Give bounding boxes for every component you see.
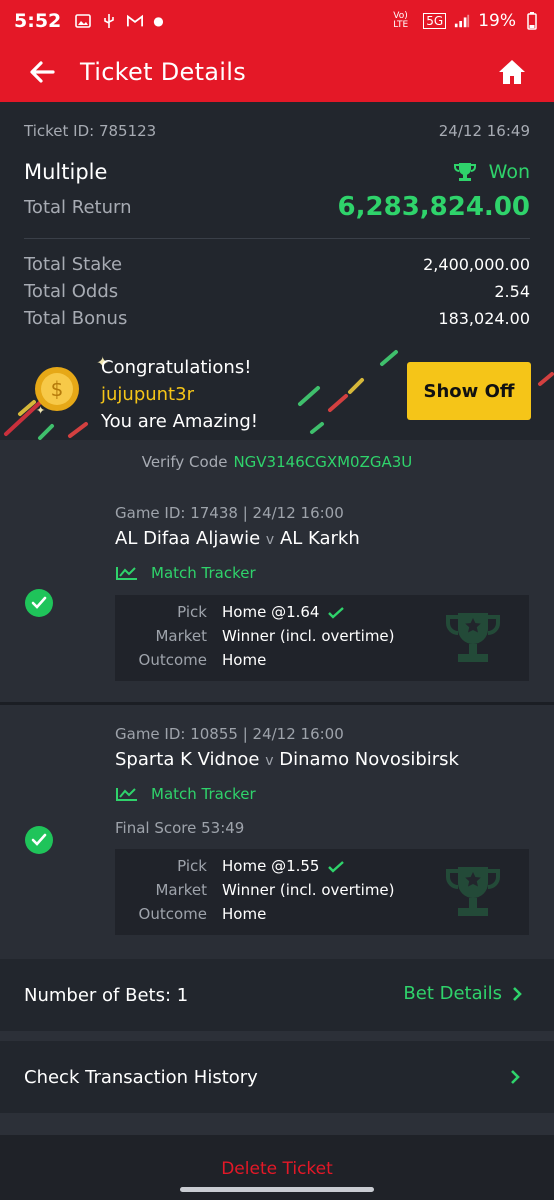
pick-box: Pick Home @1.55 Market Winner (incl. ove… xyxy=(115,849,529,935)
show-off-label: Show Off xyxy=(423,380,515,402)
pick-box: Pick Home @1.64 Market Winner (incl. ove… xyxy=(115,595,529,681)
home-button[interactable] xyxy=(494,54,530,90)
chevron-right-icon xyxy=(513,986,522,1001)
match-tracker-link[interactable]: Match Tracker xyxy=(115,564,256,582)
verify-code-row: Verify Code NGV3146CGXM0ZGA3U xyxy=(0,440,554,484)
total-return-value: 6,283,824.00 xyxy=(337,192,530,222)
page-title: Ticket Details xyxy=(80,58,247,86)
delete-ticket-row: Delete Ticket xyxy=(0,1135,554,1200)
congrats-message: You are Amazing! xyxy=(101,411,258,432)
status-time: 5:52 xyxy=(14,10,62,32)
gmail-icon xyxy=(127,13,144,29)
pick-label: Pick xyxy=(177,603,207,621)
congrats-banner: $ ✦ ✦ Congratulations! jujupunt3r You ar… xyxy=(0,344,554,440)
pick-value: Home @1.64 xyxy=(222,603,320,621)
svg-text:✦: ✦ xyxy=(36,404,45,417)
battery-icon xyxy=(524,12,540,30)
chart-line-icon xyxy=(116,788,137,801)
market-value: Winner (incl. overtime) xyxy=(222,881,395,899)
total-odds-label: Total Odds xyxy=(24,281,119,302)
outcome-label: Outcome xyxy=(138,651,207,669)
divider xyxy=(24,238,530,239)
total-stake-label: Total Stake xyxy=(24,254,123,275)
home-indicator xyxy=(180,1187,374,1192)
check-circle-icon xyxy=(25,589,53,617)
outcome-value: Home xyxy=(222,651,267,669)
game-card: Game ID: 17438 | 24/12 16:00 AL Difaa Al… xyxy=(0,484,554,702)
arrow-left-icon xyxy=(30,61,55,83)
trophy-watermark-icon xyxy=(446,613,500,662)
bets-count-label: Number of Bets: 1 xyxy=(24,985,189,1006)
pick-value: Home @1.55 xyxy=(222,857,320,875)
svg-text:$: $ xyxy=(51,377,64,401)
game-teams: Sparta K Vidnoe v Dinamo Novosibirsk xyxy=(115,749,459,770)
outcome-label: Outcome xyxy=(138,905,207,923)
check-circle-icon xyxy=(25,826,53,854)
total-bonus-label: Total Bonus xyxy=(24,308,128,329)
total-odds-value: 2.54 xyxy=(494,282,530,301)
game-card: Game ID: 10855 | 24/12 16:00 Sparta K Vi… xyxy=(0,705,554,959)
battery-level: 19% xyxy=(478,11,516,31)
total-bonus-value: 183,024.00 xyxy=(438,309,530,328)
match-tracker-label: Match Tracker xyxy=(151,564,256,582)
back-button[interactable] xyxy=(22,52,62,92)
transaction-history-row[interactable]: Check Transaction History xyxy=(0,1041,554,1113)
trophy-watermark-icon xyxy=(446,867,500,916)
away-team: AL Karkh xyxy=(279,528,360,549)
transaction-history-label: Check Transaction History xyxy=(24,1067,258,1088)
match-tracker-link[interactable]: Match Tracker xyxy=(115,785,256,803)
checkmark-icon xyxy=(328,861,344,873)
market-value: Winner (incl. overtime) xyxy=(222,627,395,645)
game-teams: AL Difaa Aljawie v AL Karkh xyxy=(115,528,360,549)
network-type: 5G xyxy=(423,13,447,29)
verify-label: Verify Code xyxy=(141,453,228,471)
congrats-username: jujupunt3r xyxy=(101,384,194,405)
chevron-right-icon xyxy=(511,1070,520,1084)
outcome-value: Home xyxy=(222,905,267,923)
match-tracker-label: Match Tracker xyxy=(151,785,256,803)
home-team: Sparta K Vidnoe xyxy=(115,749,260,770)
bet-details-label: Bet Details xyxy=(403,983,502,1004)
trophy-icon xyxy=(453,161,477,183)
show-off-button[interactable]: Show Off xyxy=(407,362,531,420)
away-team: Dinamo Novosibirsk xyxy=(279,749,459,770)
pick-label: Pick xyxy=(177,857,207,875)
total-return-label: Total Return xyxy=(24,196,132,218)
home-team: AL Difaa Aljawie xyxy=(115,528,261,549)
congrats-title: Congratulations! xyxy=(101,357,252,378)
ticket-id: Ticket ID: 785123 xyxy=(24,122,157,140)
app-bar: Ticket Details xyxy=(0,42,554,102)
delete-ticket-button[interactable]: Delete Ticket xyxy=(0,1159,554,1179)
volte-indicator: Vo) LTE xyxy=(393,11,409,30)
usb-icon xyxy=(101,13,117,29)
ticket-datetime: 24/12 16:49 xyxy=(438,122,530,140)
ticket-type: Multiple xyxy=(24,160,108,184)
total-stake-value: 2,400,000.00 xyxy=(423,255,530,274)
chart-line-icon xyxy=(116,567,137,580)
game-info: Game ID: 17438 | 24/12 16:00 xyxy=(115,504,344,522)
bet-details-link[interactable]: Bet Details xyxy=(403,983,522,1004)
game-info: Game ID: 10855 | 24/12 16:00 xyxy=(115,725,344,743)
home-icon xyxy=(499,60,525,84)
notification-dot-icon: ● xyxy=(153,14,164,28)
signal-icon xyxy=(454,13,470,29)
ticket-status: Won xyxy=(488,161,530,183)
checkmark-icon xyxy=(328,607,344,619)
verify-code[interactable]: NGV3146CGXM0ZGA3U xyxy=(233,453,412,471)
market-label: Market xyxy=(155,627,207,645)
gallery-icon xyxy=(75,13,92,29)
status-bar: 5:52 ● Vo) LTE 5G 19% xyxy=(0,0,554,42)
vs-label: v xyxy=(265,753,274,769)
bets-count-row: Number of Bets: 1 Bet Details xyxy=(0,959,554,1031)
market-label: Market xyxy=(155,881,207,899)
final-score: Final Score 53:49 xyxy=(115,819,245,837)
vs-label: v xyxy=(265,532,275,548)
